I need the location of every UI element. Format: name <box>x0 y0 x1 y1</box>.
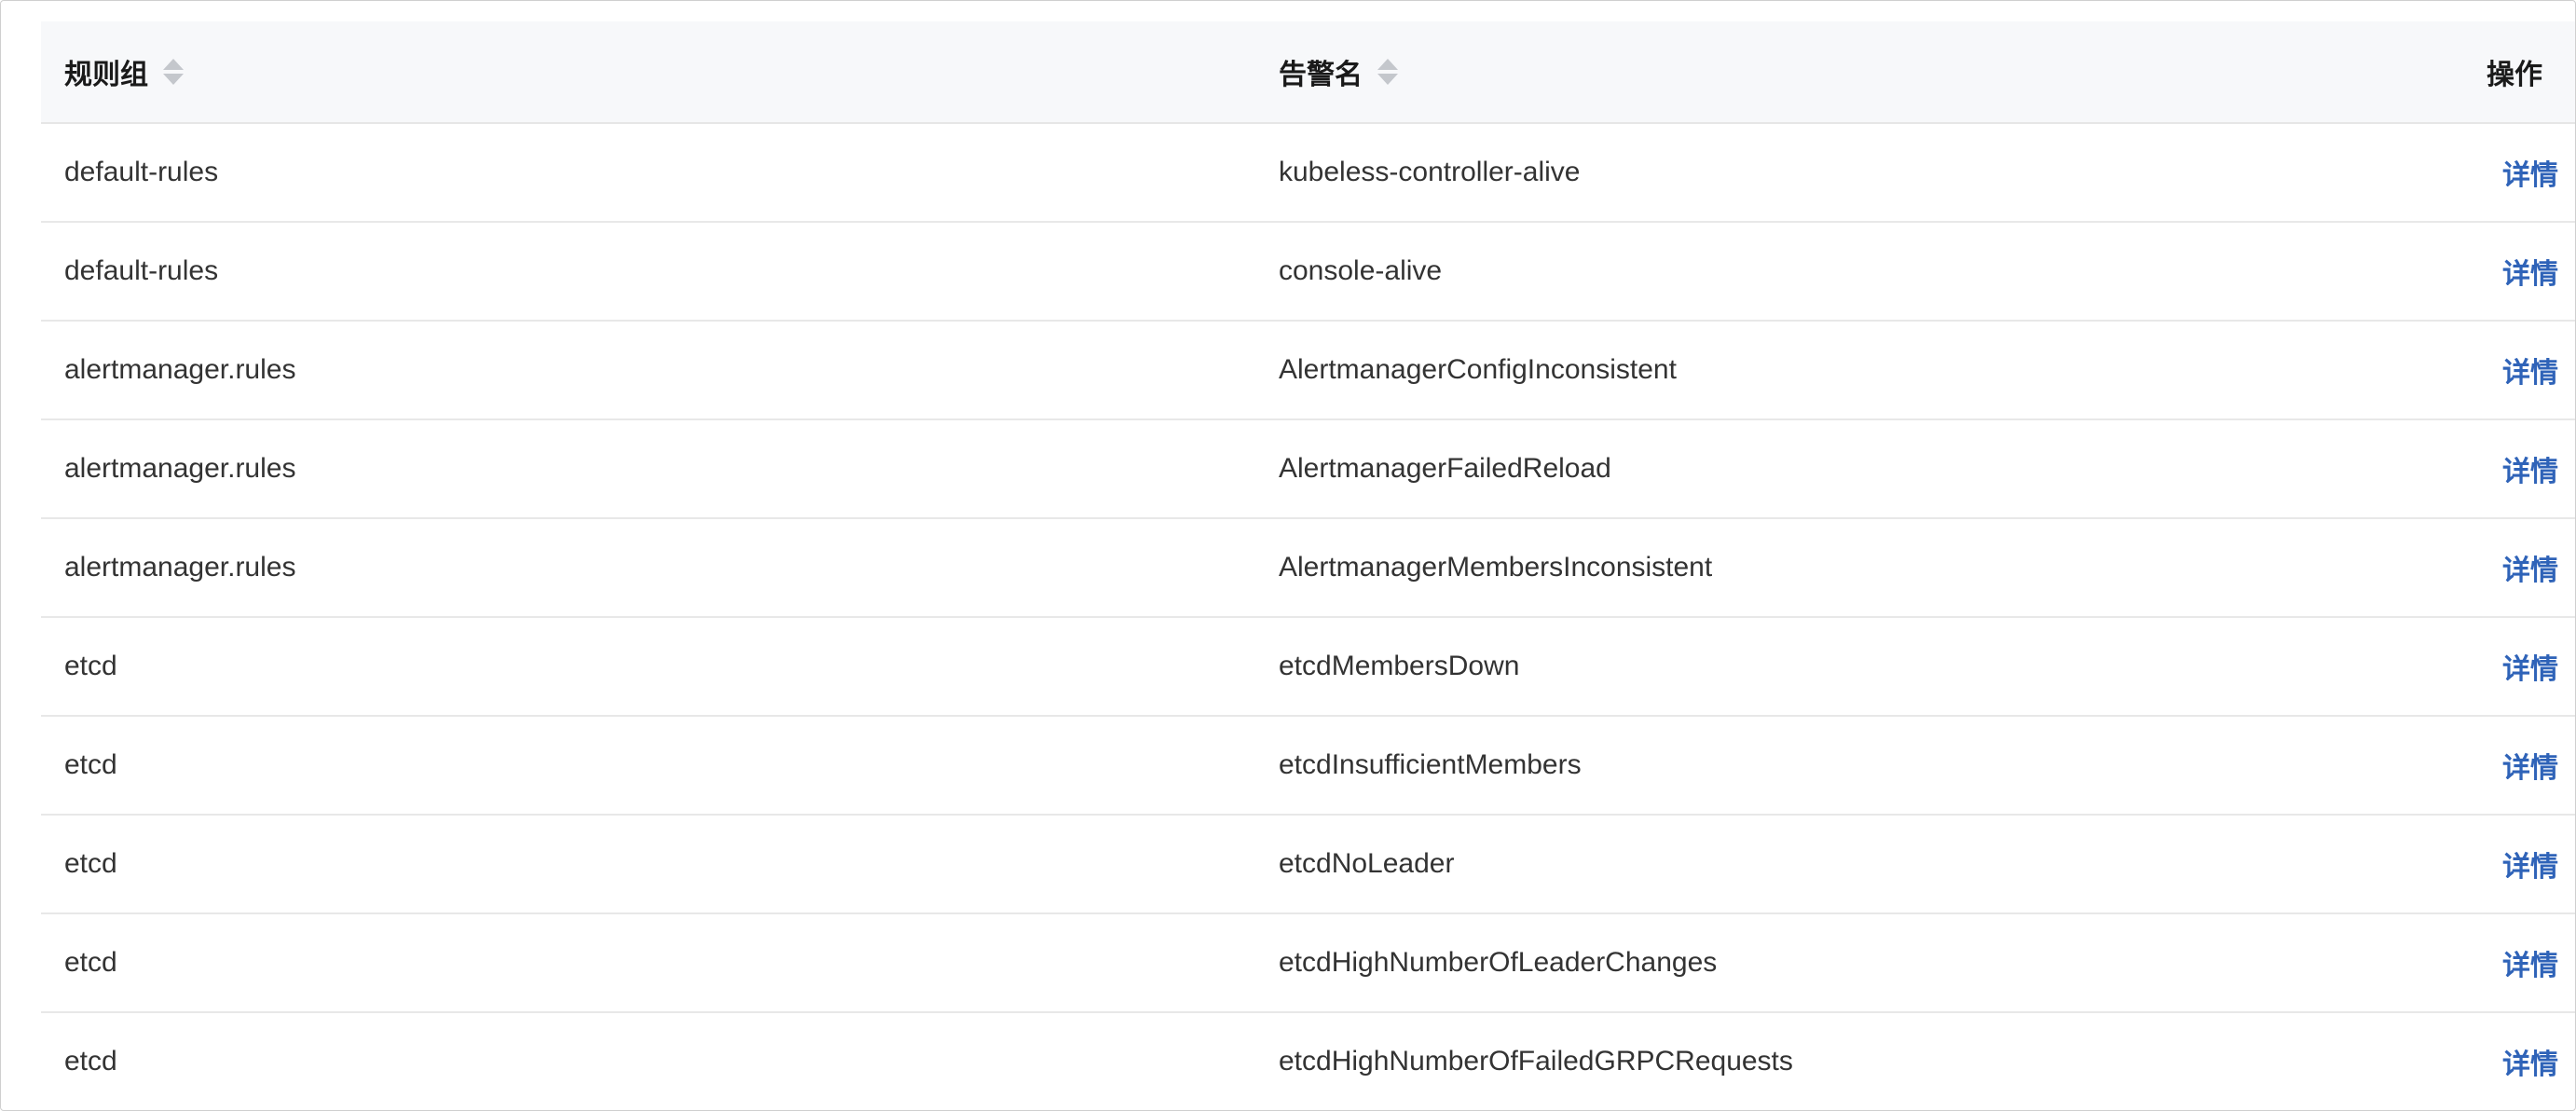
alert-name-cell: etcdNoLeader <box>1279 848 1455 879</box>
column-header-label: 规则组 <box>64 60 148 90</box>
rule-group-cell: etcd <box>64 1046 117 1077</box>
column-header-action: 操作 <box>2487 21 2542 122</box>
column-header-label: 告警名 <box>1279 60 1363 90</box>
alert-name-cell: etcdHighNumberOfFailedGRPCRequests <box>1279 1046 1793 1077</box>
details-link[interactable]: 详情 <box>2502 251 2558 292</box>
details-link[interactable]: 详情 <box>2502 745 2558 786</box>
alert-name-cell: AlertmanagerFailedReload <box>1279 453 1611 484</box>
column-header-label: 操作 <box>2487 60 2542 90</box>
table-row: alertmanager.rules AlertmanagerConfigInc… <box>41 322 2575 420</box>
details-link[interactable]: 详情 <box>2502 844 2558 885</box>
rule-group-cell: default-rules <box>64 255 219 286</box>
sort-icon[interactable] <box>1377 59 1398 85</box>
table-row: etcd etcdInsufficientMembers 详情 <box>41 717 2575 816</box>
details-link[interactable]: 详情 <box>2502 448 2558 489</box>
details-link[interactable]: 详情 <box>2502 547 2558 588</box>
column-header-rule-group[interactable]: 规则组 <box>64 21 184 122</box>
alert-name-cell: console-alive <box>1279 255 1443 286</box>
details-link[interactable]: 详情 <box>2502 152 2558 193</box>
table-row: etcd etcdHighNumberOfFailedGRPCRequests … <box>41 1013 2575 1110</box>
rule-group-cell: etcd <box>64 749 117 780</box>
rule-group-cell: etcd <box>64 947 117 978</box>
rule-group-cell: alertmanager.rules <box>64 552 296 583</box>
rule-group-cell: etcd <box>64 848 117 879</box>
rule-group-cell: default-rules <box>64 157 219 187</box>
alert-rules-panel: 规则组 告警名 操作 default-rules kubeless-contro… <box>0 0 2576 1111</box>
table-row: etcd etcdMembersDown 详情 <box>41 618 2575 717</box>
table-row: default-rules kubeless-controller-alive … <box>41 124 2575 223</box>
details-link[interactable]: 详情 <box>2502 350 2558 391</box>
table-row: etcd etcdHighNumberOfLeaderChanges 详情 <box>41 914 2575 1013</box>
sort-icon[interactable] <box>163 59 184 85</box>
table-row: etcd etcdNoLeader 详情 <box>41 816 2575 914</box>
alert-name-cell: AlertmanagerConfigInconsistent <box>1279 354 1677 385</box>
table-header: 规则组 告警名 操作 <box>41 21 2575 124</box>
alert-name-cell: kubeless-controller-alive <box>1279 157 1581 187</box>
table-row: alertmanager.rules AlertmanagerFailedRel… <box>41 420 2575 519</box>
alert-name-cell: etcdHighNumberOfLeaderChanges <box>1279 947 1718 978</box>
alert-name-cell: etcdInsufficientMembers <box>1279 749 1582 780</box>
details-link[interactable]: 详情 <box>2502 646 2558 687</box>
table-row: default-rules console-alive 详情 <box>41 223 2575 322</box>
column-header-alert-name[interactable]: 告警名 <box>1279 21 1398 122</box>
rule-group-cell: alertmanager.rules <box>64 453 296 484</box>
table-row: alertmanager.rules AlertmanagerMembersIn… <box>41 519 2575 618</box>
details-link[interactable]: 详情 <box>2502 942 2558 983</box>
details-link[interactable]: 详情 <box>2502 1041 2558 1082</box>
alert-name-cell: AlertmanagerMembersInconsistent <box>1279 552 1713 583</box>
rule-group-cell: alertmanager.rules <box>64 354 296 385</box>
alert-rules-table: 规则组 告警名 操作 default-rules kubeless-contro… <box>41 21 2575 1110</box>
alert-name-cell: etcdMembersDown <box>1279 651 1520 681</box>
rule-group-cell: etcd <box>64 651 117 681</box>
